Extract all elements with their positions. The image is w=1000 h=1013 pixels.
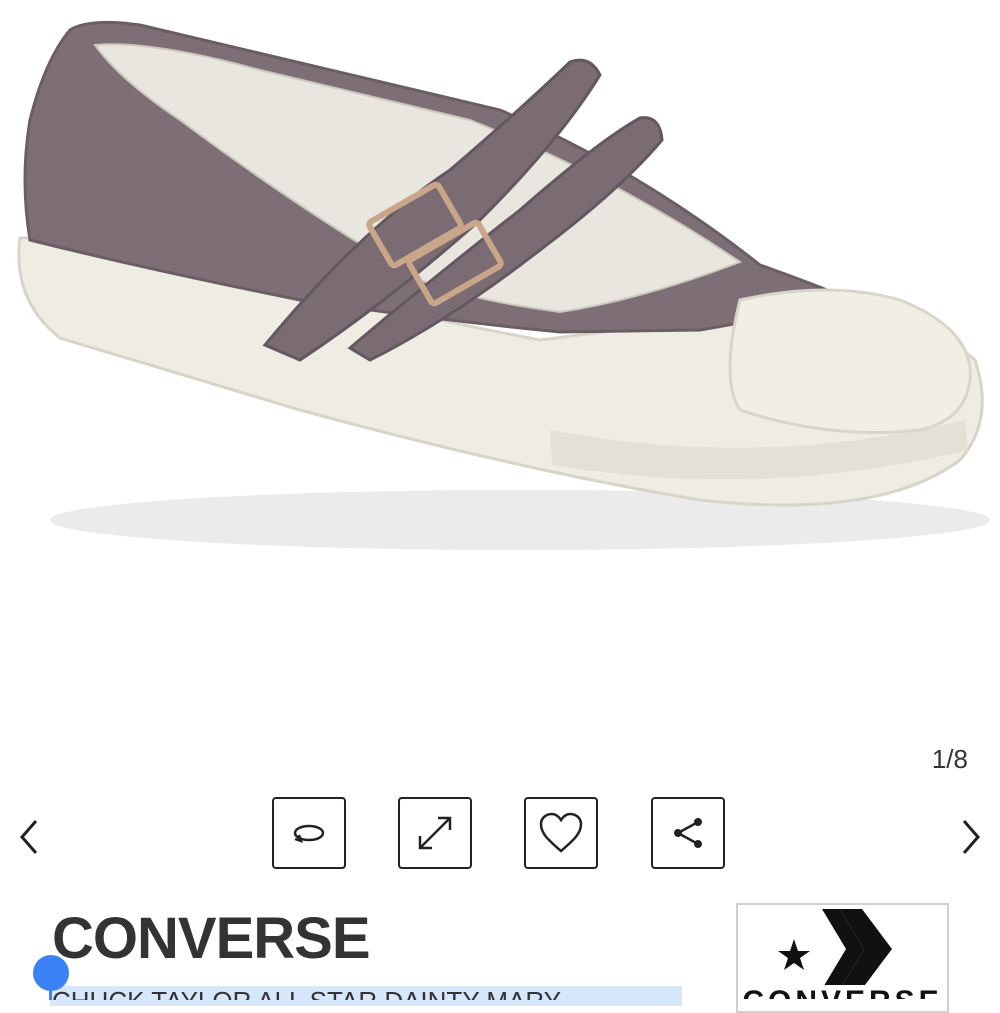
logo-wordmark: CONVERSE [738,985,947,999]
heart-icon [539,812,583,853]
fullscreen-button[interactable] [398,797,472,869]
share-icon [674,818,702,848]
product-title[interactable]: CHUCK TAYLOR ALL STAR DAINTY MARY [52,986,682,1000]
brand-logo[interactable]: CONVERSE [736,903,949,1013]
chevron-left-icon [20,820,38,854]
previous-image-button[interactable] [10,812,50,862]
product-image[interactable] [0,0,1000,740]
expand-icon [418,816,452,850]
star-chevron-icon [778,909,892,985]
chevron-right-icon [962,820,980,854]
image-counter: 1/8 [931,744,968,774]
share-button[interactable] [651,797,725,869]
next-image-button[interactable] [950,812,990,862]
favorite-button[interactable] [524,797,598,869]
selection-handle[interactable] [33,955,69,991]
rotate-360-button[interactable] [272,797,346,869]
rotate-icon [293,824,325,843]
brand-name[interactable]: CONVERSE [52,910,371,968]
toe-cap [728,288,972,434]
